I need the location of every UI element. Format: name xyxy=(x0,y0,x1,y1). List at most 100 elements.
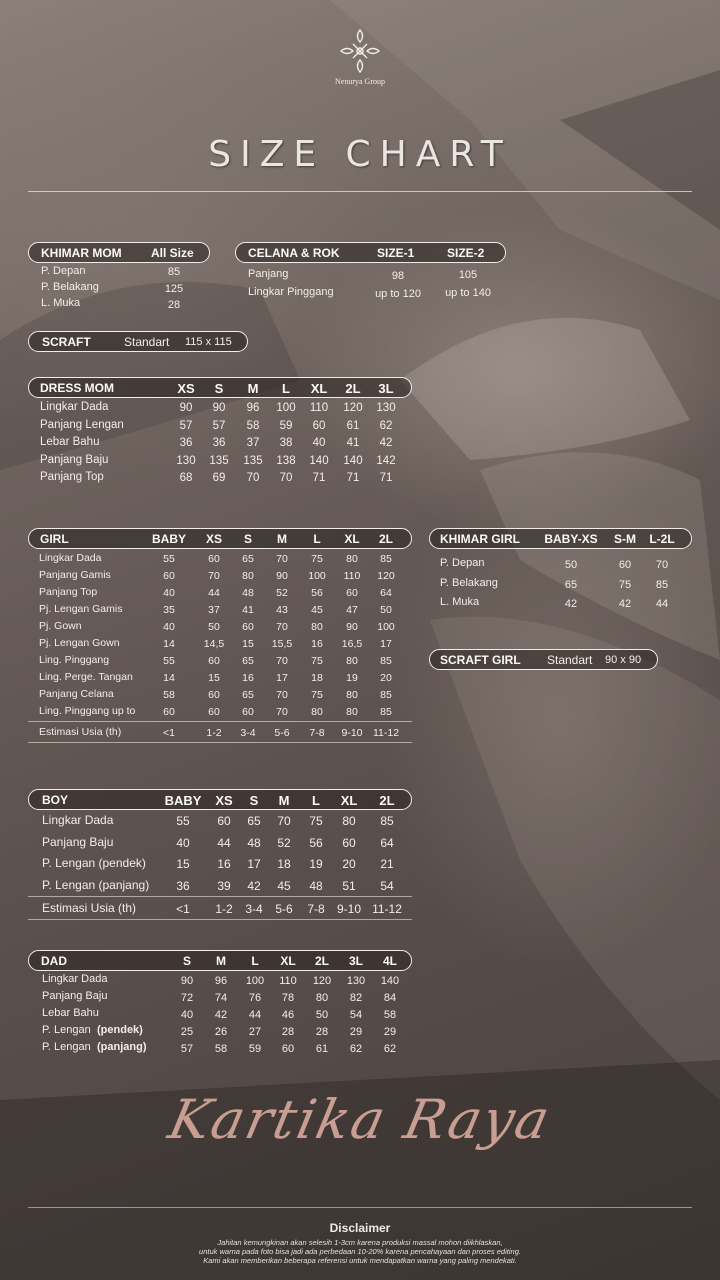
dress-mom-cell: 36 xyxy=(212,437,226,449)
dress-mom-row-label: Panjang Lengan xyxy=(40,418,124,431)
boy-col-header: XL xyxy=(340,793,358,808)
dress-mom-cell: 59 xyxy=(279,419,293,432)
celana-rok-value: up to 140 xyxy=(445,287,491,299)
dad-cell: 100 xyxy=(245,975,265,987)
dad-row-label-bold: (panjang) xyxy=(97,1041,147,1053)
dad-col-header: L xyxy=(251,954,259,968)
boy-age-cell: 9-10 xyxy=(336,902,362,916)
dress-mom-cell: 37 xyxy=(246,437,260,449)
scraft-value: 115 x 115 xyxy=(185,336,232,348)
dad-cell: 58 xyxy=(214,1043,228,1055)
girl-cell: 55 xyxy=(163,553,175,565)
girl-cell: 70 xyxy=(208,570,220,582)
girl-cell: 40 xyxy=(163,587,175,599)
boy-col-header: 2L xyxy=(379,793,395,808)
girl-cell: 60 xyxy=(346,587,358,599)
girl-cell: 70 xyxy=(276,553,288,565)
girl-cell: 43 xyxy=(276,604,288,616)
boy-cell: 80 xyxy=(342,814,356,828)
dress-mom-cell: 61 xyxy=(346,419,360,432)
khimar-mom-value: 28 xyxy=(167,299,181,311)
disclaimer-line: untuk warna pada foto bisa jadi ada perb… xyxy=(199,1247,521,1256)
dress-mom-title: DRESS MOM xyxy=(40,381,115,395)
boy-cell: 55 xyxy=(176,814,190,828)
khimar-mom-label: L. Muka xyxy=(41,297,81,309)
girl-cell: 65 xyxy=(242,655,254,667)
dress-mom-cell: 62 xyxy=(379,419,393,432)
girl-row-label: Ling. Pinggang up to xyxy=(39,705,136,717)
dad-cell: 42 xyxy=(214,1009,228,1021)
girl-cell: 18 xyxy=(311,672,323,684)
dress-mom-col-header: L xyxy=(282,381,290,396)
title-divider xyxy=(28,191,692,192)
boy-cell: 15 xyxy=(176,857,190,871)
girl-row-label: Pj. Lengan Gown xyxy=(39,637,120,649)
dad-cell: 46 xyxy=(281,1009,295,1021)
girl-cell: 65 xyxy=(242,553,254,565)
girl-age-cell: 3-4 xyxy=(240,727,256,739)
girl-col-header: XS xyxy=(205,532,222,546)
girl-cell: 70 xyxy=(276,621,288,633)
dress-mom-cell: 130 xyxy=(176,454,196,467)
boy-cell: 54 xyxy=(380,878,394,893)
girl-cell: 60 xyxy=(208,689,220,701)
dad-cell: 28 xyxy=(315,1026,329,1038)
celana-rok-value: up to 120 xyxy=(375,288,421,300)
dress-mom-col-header: S xyxy=(214,381,224,396)
khimar-girl-col-header: L-2L xyxy=(649,532,675,546)
girl-cell: 75 xyxy=(311,655,323,667)
dress-mom-cell: 110 xyxy=(309,402,329,414)
scraft-title: SCRAFT xyxy=(42,335,91,349)
boy-col-header: BABY xyxy=(164,793,202,808)
girl-cell: 85 xyxy=(380,553,392,565)
khimar-girl-cell: 44 xyxy=(655,598,669,610)
dad-row-label: Lingkar Dada xyxy=(42,973,108,985)
girl-col-header: S xyxy=(243,532,252,546)
dress-mom-cell: 58 xyxy=(246,419,260,432)
girl-row-label: Ling. Perge. Tangan xyxy=(39,671,133,683)
dad-cell: 44 xyxy=(248,1009,262,1021)
dad-cell: 29 xyxy=(349,1026,363,1038)
ornament-logo-icon xyxy=(339,28,381,74)
khimar-mom-col: All Size xyxy=(151,246,194,260)
dad-cell: 57 xyxy=(180,1043,194,1055)
girl-age-cell: 11-12 xyxy=(372,727,400,739)
girl-col-header: L xyxy=(313,532,321,546)
disclaimer-line: Jahitan kemungkinan akan selesih 1-3cm k… xyxy=(217,1238,503,1247)
dress-mom-cell: 42 xyxy=(379,437,393,449)
girl-cell: 85 xyxy=(380,689,392,701)
dad-row-label: Lebar Bahu xyxy=(42,1007,99,1019)
dad-col-header: 4L xyxy=(382,954,397,968)
dad-row-label: P. Lengan xyxy=(42,1041,91,1053)
boy-row-label: P. Lengan (pendek) xyxy=(42,856,146,870)
dad-cell: 58 xyxy=(383,1009,397,1021)
girl-row-label: Pj. Lengan Gamis xyxy=(39,603,123,615)
dress-mom-cell: 71 xyxy=(346,472,360,484)
celana-rok-value: 98 xyxy=(391,270,405,282)
girl-cell: 41 xyxy=(242,604,254,616)
dad-cell: 82 xyxy=(349,992,363,1004)
dress-mom-cell: 90 xyxy=(212,402,226,414)
dad-cell: 61 xyxy=(315,1043,329,1055)
girl-age-divider xyxy=(28,721,412,722)
dad-cell: 54 xyxy=(349,1009,363,1021)
girl-row-label: Panjang Gamis xyxy=(39,569,111,581)
dad-cell: 72 xyxy=(180,992,194,1004)
khimar-girl-cell: 85 xyxy=(655,578,669,591)
boy-age-cell: <1 xyxy=(176,902,190,916)
girl-cell: 60 xyxy=(242,706,254,718)
dad-cell: 76 xyxy=(248,992,262,1004)
dress-mom-cell: 69 xyxy=(212,472,226,484)
dad-cell: 28 xyxy=(281,1026,295,1038)
dress-mom-cell: 57 xyxy=(179,419,193,432)
celana-rok-label: Lingkar Pinggang xyxy=(248,286,334,298)
girl-cell: 55 xyxy=(163,655,175,667)
boy-age-cell: 11-12 xyxy=(372,902,402,916)
dad-row-label: P. Lengan xyxy=(42,1024,91,1036)
girl-cell: 100 xyxy=(308,570,326,582)
khimar-girl-row-label: P. Depan xyxy=(440,557,485,569)
girl-cell: 80 xyxy=(311,621,323,633)
girl-cell: 70 xyxy=(276,706,288,718)
girl-cell: 60 xyxy=(208,655,220,667)
dad-col-header: M xyxy=(216,954,226,968)
